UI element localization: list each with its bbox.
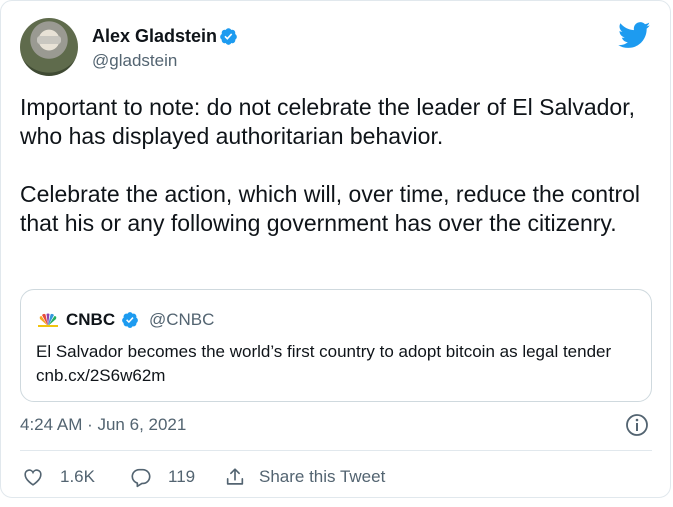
info-icon[interactable] — [625, 413, 649, 437]
tweet-timestamp[interactable]: 4:24 AM · Jun 6, 2021 — [20, 415, 186, 435]
quoted-tweet[interactable]: CNBC @CNBC El Salvador becomes the world… — [20, 289, 652, 402]
author-handle[interactable]: @gladstein — [92, 51, 177, 71]
quoted-author-handle: @CNBC — [149, 310, 215, 329]
share-label: Share this Tweet — [259, 467, 386, 486]
reply-bubble-icon — [131, 468, 151, 488]
verified-badge-icon — [220, 28, 237, 45]
verified-badge-icon — [122, 312, 138, 328]
tweet-paragraph: Important to note: do not celebrate the … — [20, 94, 636, 149]
cnbc-peacock-icon — [38, 313, 58, 327]
like-count: 1.6K — [60, 467, 95, 486]
share-upload-icon — [226, 468, 244, 485]
reply-button[interactable]: 119 — [130, 464, 195, 490]
author-name[interactable]: Alex Gladstein — [92, 26, 217, 47]
tweet-paragraph: Celebrate the action, which will, over t… — [20, 181, 641, 236]
share-button[interactable]: Share this Tweet — [224, 464, 385, 490]
actions-divider — [20, 450, 652, 451]
quoted-tweet-text: El Salvador becomes the world’s first co… — [36, 342, 612, 385]
twitter-bird-icon[interactable] — [618, 22, 651, 49]
quoted-author-name: CNBC — [66, 310, 116, 329]
tweet-text: Important to note: do not celebrate the … — [20, 93, 650, 238]
author-avatar[interactable] — [20, 18, 78, 76]
heart-icon — [24, 469, 42, 486]
reply-count: 119 — [168, 467, 196, 486]
avatar-visor-shape — [37, 36, 61, 44]
like-button[interactable]: 1.6K — [22, 464, 95, 490]
tweet-card: Alex Gladstein @gladstein Important to n… — [0, 0, 671, 498]
